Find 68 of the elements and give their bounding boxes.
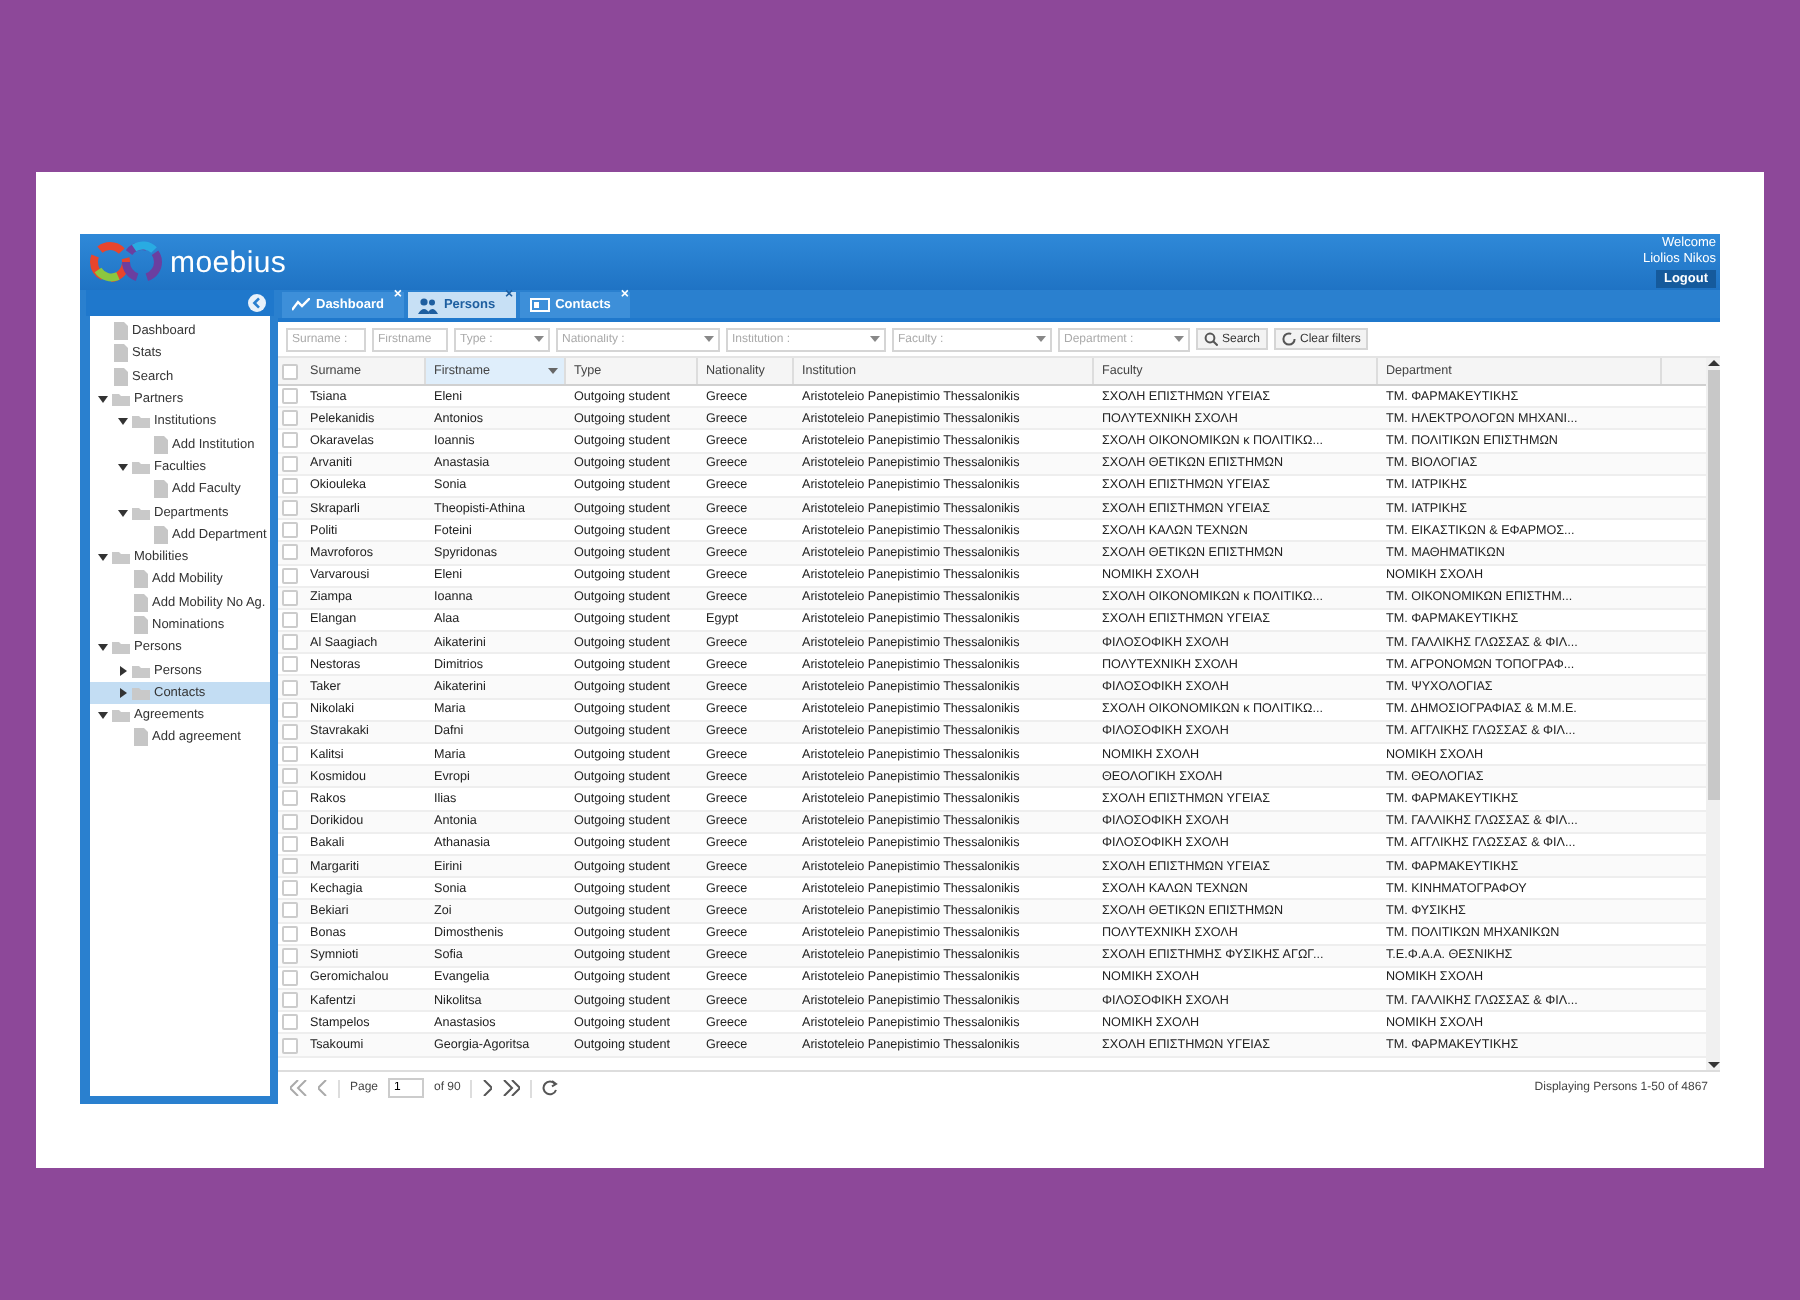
expand-arrow-icon[interactable] [118, 416, 128, 427]
row-checkbox[interactable] [282, 567, 298, 584]
expand-arrow-icon[interactable] [98, 710, 108, 721]
search-icon [1204, 332, 1218, 346]
row-checkbox[interactable] [282, 455, 298, 472]
refresh-icon[interactable] [542, 1080, 559, 1096]
row-checkbox[interactable] [282, 477, 298, 494]
expand-arrow-icon[interactable] [98, 642, 108, 653]
row-checkbox[interactable] [282, 611, 298, 628]
dropdown-icon[interactable] [534, 336, 544, 342]
expand-arrow-icon[interactable] [118, 461, 128, 472]
row-checkbox[interactable] [282, 813, 298, 830]
row-checkbox[interactable] [282, 925, 298, 942]
scrollbar[interactable] [1706, 358, 1720, 1070]
select-all-checkbox[interactable] [282, 363, 298, 379]
row-checkbox[interactable] [282, 768, 298, 785]
row-checkbox[interactable] [282, 432, 298, 449]
row-checkbox[interactable] [282, 410, 298, 427]
expand-arrow-icon[interactable] [98, 552, 108, 563]
row-checkbox[interactable] [282, 522, 298, 539]
previous-page-icon[interactable] [318, 1080, 328, 1096]
refresh-icon [1282, 332, 1297, 346]
row-checkbox[interactable] [282, 1037, 298, 1054]
row-checkbox[interactable] [282, 902, 298, 919]
row-checkbox[interactable] [282, 880, 298, 897]
next-page-icon[interactable] [482, 1080, 493, 1096]
first-page-icon[interactable] [290, 1080, 308, 1096]
row-checkbox[interactable] [282, 500, 298, 517]
document-icon [134, 728, 148, 747]
expand-arrow-icon[interactable] [118, 687, 128, 698]
expand-arrow-icon[interactable] [118, 507, 128, 518]
dropdown-icon[interactable] [1036, 336, 1046, 342]
document-icon [154, 480, 168, 499]
dropdown-icon[interactable] [870, 336, 880, 342]
row-checkbox[interactable] [282, 746, 298, 763]
dropdown-icon[interactable] [548, 368, 558, 374]
row-checkbox[interactable] [282, 388, 298, 405]
row-checkbox[interactable] [282, 858, 298, 875]
row-checkbox[interactable] [282, 679, 298, 696]
collapse-icon[interactable] [248, 294, 266, 312]
row-checkbox[interactable] [282, 1014, 298, 1031]
row-checkbox[interactable] [282, 969, 298, 986]
card-icon [529, 298, 550, 312]
folder-icon [112, 550, 130, 565]
folder-icon [132, 505, 150, 520]
row-checkbox[interactable] [282, 790, 298, 807]
row-checkbox[interactable] [282, 634, 298, 651]
row-checkbox[interactable] [282, 992, 298, 1009]
chart-icon [292, 298, 310, 312]
row-checkbox[interactable] [282, 947, 298, 964]
folder-icon [132, 459, 150, 474]
last-page-icon[interactable] [502, 1080, 521, 1096]
expand-arrow-icon[interactable] [98, 394, 108, 405]
dropdown-icon[interactable] [1174, 336, 1184, 342]
row-checkbox[interactable] [282, 701, 298, 718]
row-checkbox[interactable] [282, 656, 298, 673]
document-icon [154, 525, 168, 544]
people-icon [417, 297, 438, 313]
row-checkbox[interactable] [282, 835, 298, 852]
dropdown-icon[interactable] [704, 336, 714, 342]
scroll-down-icon[interactable] [1707, 1060, 1719, 1070]
row-checkbox[interactable] [282, 544, 298, 561]
logo-icon [88, 240, 164, 284]
logo-text: moebius [170, 245, 287, 279]
document-icon [154, 435, 168, 454]
expand-arrow-icon[interactable] [118, 665, 128, 676]
row-checkbox[interactable] [282, 723, 298, 740]
row-checkbox[interactable] [282, 589, 298, 606]
